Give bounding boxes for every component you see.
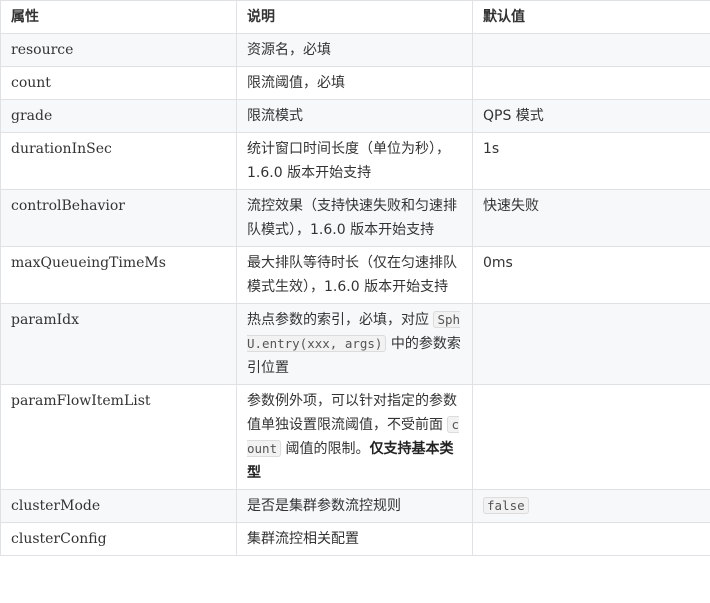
header-default: 默认值 bbox=[472, 0, 710, 34]
desc-text: 热点参数的索引，必填，对应 bbox=[247, 312, 434, 328]
param-description: 最大排队等待时长（仅在匀速排队模式生效），1.6.0 版本开始支持 bbox=[236, 246, 473, 304]
parameter-table: 属性 说明 默认值 resource 资源名，必填 count 限流阈值，必填 … bbox=[0, 0, 710, 556]
param-default: 快速失败 bbox=[472, 189, 710, 247]
table-row: maxQueueingTimeMs 最大排队等待时长（仅在匀速排队模式生效），1… bbox=[0, 246, 710, 304]
table-row: resource 资源名，必填 bbox=[0, 33, 710, 67]
param-default: false bbox=[472, 489, 710, 523]
param-name: count bbox=[0, 66, 237, 100]
table-row: clusterMode 是否是集群参数流控规则 false bbox=[0, 489, 710, 523]
param-description: 是否是集群参数流控规则 bbox=[236, 489, 473, 523]
param-description: 热点参数的索引，必填，对应 SphU.entry(xxx, args) 中的参数… bbox=[236, 303, 473, 385]
header-attribute: 属性 bbox=[0, 0, 237, 34]
param-name: paramIdx bbox=[0, 303, 237, 385]
header-description: 说明 bbox=[236, 0, 473, 34]
param-description: 限流模式 bbox=[236, 99, 473, 133]
table-row: paramIdx 热点参数的索引，必填，对应 SphU.entry(xxx, a… bbox=[0, 303, 710, 385]
param-name: controlBehavior bbox=[0, 189, 237, 247]
param-name: durationInSec bbox=[0, 132, 237, 190]
param-name: resource bbox=[0, 33, 237, 67]
param-description: 集群流控相关配置 bbox=[236, 522, 473, 556]
table-header: 属性 说明 默认值 bbox=[0, 0, 710, 34]
param-description: 资源名，必填 bbox=[236, 33, 473, 67]
table-row: grade 限流模式 QPS 模式 bbox=[0, 99, 710, 133]
param-name: grade bbox=[0, 99, 237, 133]
table-row: controlBehavior 流控效果（支持快速失败和匀速排队模式），1.6.… bbox=[0, 189, 710, 247]
param-name: paramFlowItemList bbox=[0, 384, 237, 490]
table-row: paramFlowItemList 参数例外项，可以针对指定的参数值单独设置限流… bbox=[0, 384, 710, 490]
param-default bbox=[472, 303, 710, 385]
param-description: 参数例外项，可以针对指定的参数值单独设置限流阈值，不受前面 count 阈值的限… bbox=[236, 384, 473, 490]
table-row: durationInSec 统计窗口时间长度（单位为秒），1.6.0 版本开始支… bbox=[0, 132, 710, 190]
param-name: maxQueueingTimeMs bbox=[0, 246, 237, 304]
table-row: clusterConfig 集群流控相关配置 bbox=[0, 522, 710, 556]
param-default: 0ms bbox=[472, 246, 710, 304]
param-name: clusterConfig bbox=[0, 522, 237, 556]
param-description: 统计窗口时间长度（单位为秒），1.6.0 版本开始支持 bbox=[236, 132, 473, 190]
header-row: 属性 说明 默认值 bbox=[0, 0, 710, 34]
desc-text: 参数例外项，可以针对指定的参数值单独设置限流阈值，不受前面 bbox=[247, 393, 457, 433]
param-default: QPS 模式 bbox=[472, 99, 710, 133]
param-description: 限流阈值，必填 bbox=[236, 66, 473, 100]
param-default bbox=[472, 384, 710, 490]
param-description: 流控效果（支持快速失败和匀速排队模式），1.6.0 版本开始支持 bbox=[236, 189, 473, 247]
param-default bbox=[472, 522, 710, 556]
inline-code: false bbox=[483, 497, 529, 514]
param-default bbox=[472, 33, 710, 67]
param-default bbox=[472, 66, 710, 100]
table-row: count 限流阈值，必填 bbox=[0, 66, 710, 100]
table-body: resource 资源名，必填 count 限流阈值，必填 grade 限流模式… bbox=[0, 33, 710, 556]
param-default: 1s bbox=[472, 132, 710, 190]
param-name: clusterMode bbox=[0, 489, 237, 523]
desc-text: 阈值的限制。 bbox=[281, 441, 370, 457]
